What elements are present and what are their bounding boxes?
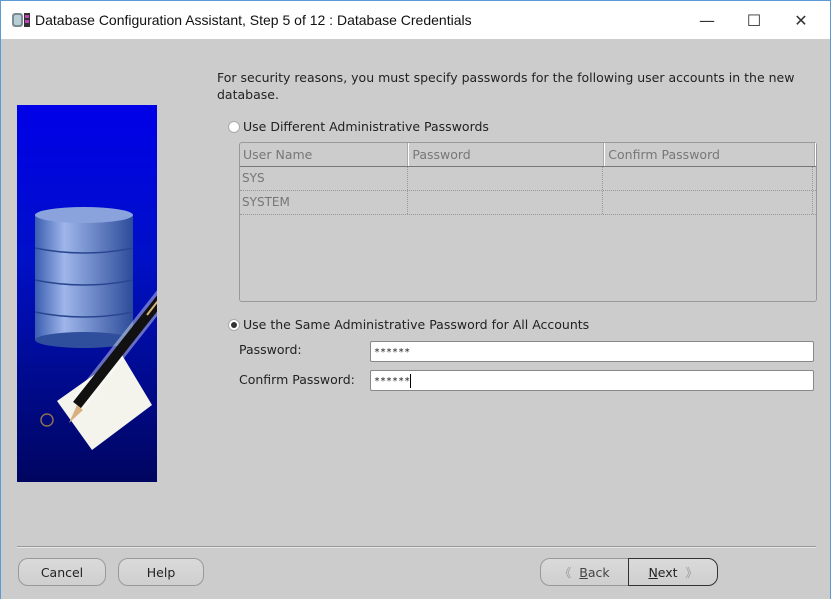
footer-separator (17, 546, 816, 548)
background-terminal-strip (0, 599, 831, 605)
database-cylinder-icon (34, 207, 134, 348)
cell-confirm (603, 167, 813, 190)
next-mnemonic: N (648, 564, 658, 580)
table-row: SYS (240, 167, 816, 191)
table-header: User Name Password Confirm Password (240, 143, 816, 167)
minimize-icon[interactable]: — (684, 1, 730, 39)
next-label: ext (657, 564, 678, 580)
title-bar: Database Configuration Assistant, Step 5… (1, 1, 830, 39)
passwords-table: User Name Password Confirm Password SYS … (239, 142, 817, 302)
confirm-password-field[interactable]: ****** (370, 370, 814, 391)
password-value: ****** (374, 347, 411, 358)
cell-password (408, 167, 603, 190)
cell-password (408, 191, 603, 214)
cell-user: SYSTEM (240, 191, 408, 214)
confirm-password-label: Confirm Password: (239, 372, 355, 387)
cell-confirm (603, 191, 813, 214)
back-button[interactable]: 《 Back (540, 558, 629, 586)
confirm-password-value: ****** (374, 376, 411, 387)
database-app-icon (11, 11, 31, 29)
cell-user: SYS (240, 167, 408, 190)
back-mnemonic: B (579, 564, 588, 580)
column-header-user-name[interactable]: User Name (240, 143, 410, 166)
window-title: Database Configuration Assistant, Step 5… (35, 12, 472, 28)
maximize-icon[interactable]: ☐ (731, 1, 777, 39)
cancel-button[interactable]: Cancel (18, 558, 106, 586)
close-icon[interactable]: ✕ (778, 1, 824, 39)
same-password-option[interactable]: Use the Same Administrative Password for… (228, 317, 589, 332)
next-button[interactable]: Next 》 (628, 558, 718, 586)
help-button[interactable]: Help (118, 558, 204, 586)
password-field[interactable]: ****** (370, 341, 814, 362)
radio-same[interactable] (228, 318, 240, 331)
back-chevron-icon: 《 (559, 565, 572, 580)
column-header-confirm-password[interactable]: Confirm Password (605, 143, 816, 166)
password-label: Password: (239, 342, 302, 357)
radio-different[interactable] (228, 120, 240, 133)
database-pen-illustration (17, 105, 157, 482)
intro-text: For security reasons, you must specify p… (217, 70, 795, 102)
dbca-window: Database Configuration Assistant, Step 5… (0, 0, 831, 602)
back-label: ack (587, 564, 610, 580)
different-passwords-option[interactable]: Use Different Administrative Passwords (228, 119, 489, 134)
same-password-label: Use the Same Administrative Password for… (243, 317, 590, 332)
table-row: SYSTEM (240, 191, 816, 215)
text-caret (410, 374, 412, 388)
different-passwords-label: Use Different Administrative Passwords (243, 119, 489, 134)
next-chevron-icon: 》 (685, 565, 698, 580)
column-header-password[interactable]: Password (409, 143, 606, 166)
